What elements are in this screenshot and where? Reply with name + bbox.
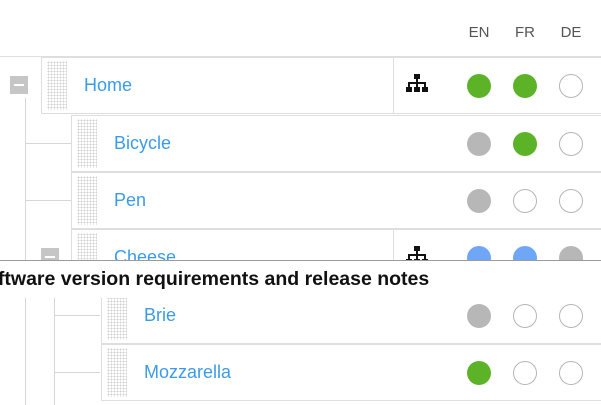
status-dot[interactable] xyxy=(559,304,583,328)
page-link[interactable]: Pen xyxy=(114,190,146,211)
status-dot[interactable] xyxy=(513,132,537,156)
collapse-toggle[interactable] xyxy=(10,76,28,94)
status-dot[interactable] xyxy=(513,74,537,98)
status-dot[interactable] xyxy=(559,132,583,156)
page-link[interactable]: Brie xyxy=(144,305,176,326)
sitemap-icon[interactable] xyxy=(406,74,428,94)
drag-handle[interactable] xyxy=(77,176,97,225)
page-link[interactable]: Home xyxy=(84,75,132,96)
tree-line xyxy=(54,372,100,373)
status-dot[interactable] xyxy=(467,304,491,328)
language-column-fr: FR xyxy=(515,24,535,41)
status-dot[interactable] xyxy=(467,74,491,98)
caption-text: oftware version requirements and release… xyxy=(0,268,430,290)
language-column-de: DE xyxy=(560,24,582,41)
status-dot[interactable] xyxy=(513,304,537,328)
tree-line xyxy=(25,143,71,144)
language-header: EN FR DE xyxy=(0,0,601,57)
page-tree: EN FR DE Home Bicycle Pen Cheese Brie Mo… xyxy=(0,0,601,405)
status-dot[interactable] xyxy=(559,189,583,213)
cell-divider xyxy=(393,58,394,113)
status-dot[interactable] xyxy=(559,361,583,385)
status-dot[interactable] xyxy=(467,132,491,156)
tree-line xyxy=(25,98,26,405)
status-dot[interactable] xyxy=(513,361,537,385)
tree-line xyxy=(54,315,100,316)
page-link[interactable]: Mozzarella xyxy=(144,362,231,383)
language-column-en: EN xyxy=(468,24,490,41)
drag-handle[interactable] xyxy=(77,119,97,168)
status-dot[interactable] xyxy=(467,361,491,385)
drag-handle[interactable] xyxy=(107,348,127,397)
status-dot[interactable] xyxy=(467,189,491,213)
status-dot[interactable] xyxy=(559,74,583,98)
drag-handle[interactable] xyxy=(47,61,67,110)
status-dot[interactable] xyxy=(513,189,537,213)
caption-banner: oftware version requirements and release… xyxy=(0,260,601,298)
tree-line xyxy=(25,200,71,201)
drag-handle[interactable] xyxy=(107,291,127,340)
page-link[interactable]: Bicycle xyxy=(114,133,171,154)
